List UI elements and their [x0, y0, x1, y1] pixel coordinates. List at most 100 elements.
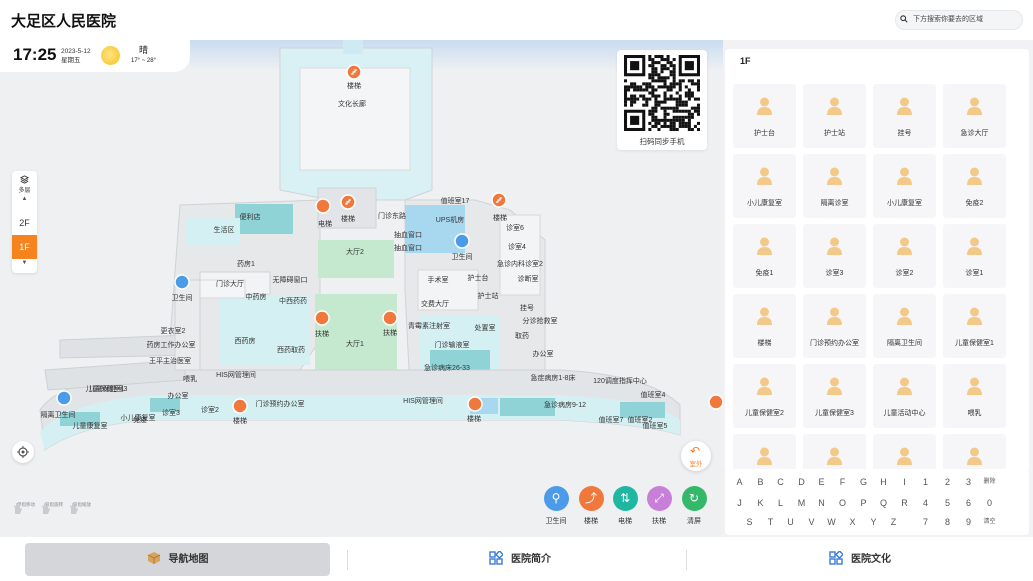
keyboard-key[interactable]: 删除: [980, 474, 999, 491]
room-card[interactable]: [943, 434, 1006, 472]
keyboard-key[interactable]: P: [854, 495, 873, 512]
qr-code-icon: [624, 55, 700, 131]
room-card[interactable]: [873, 434, 936, 472]
keyboard-key[interactable]: G: [854, 474, 873, 491]
room-card[interactable]: 儿童保健室2: [733, 364, 796, 428]
keyboard-key[interactable]: T: [761, 514, 780, 531]
clear-screen-button[interactable]: ↻ 清屏: [677, 486, 711, 526]
keyboard-key[interactable]: 2: [938, 474, 957, 491]
keyboard-key[interactable]: K: [751, 495, 770, 512]
hand-icon: [42, 503, 50, 514]
keyboard-key[interactable]: 1: [916, 474, 935, 491]
keyboard-key[interactable]: V: [802, 514, 821, 531]
room-card[interactable]: 急诊大厅: [943, 84, 1006, 148]
stairs-marker[interactable]: [491, 192, 507, 208]
tab-navigation-map[interactable]: 导航地图: [25, 543, 330, 576]
search-input[interactable]: 下方搜索你要去的区域: [895, 10, 1023, 30]
legend-stairs-button[interactable]: ⤴ 楼梯: [574, 486, 608, 526]
indoor-map[interactable]: 楼梯 文化长廊 电梯 楼梯 值班室17 门诊东路 UPS机房 楼梯 抽血窗口 抽血窗口 诊室6 卫生间…: [0, 40, 723, 537]
legend-label: 卫生间: [545, 518, 567, 525]
keyboard-key[interactable]: 7: [916, 514, 935, 531]
tab-hospital-culture[interactable]: 医院文化: [710, 543, 1010, 576]
keyboard-key[interactable]: 9: [959, 514, 978, 531]
keyboard-key[interactable]: W: [822, 514, 841, 531]
keyboard-key[interactable]: X: [843, 514, 862, 531]
floor-plan[interactable]: 楼梯文化长廊电梯楼梯值班室17门诊东路UPS机房 楼梯抽血窗口抽血窗口诊室6卫生间…: [0, 40, 723, 537]
search-icon: [900, 15, 908, 23]
floor-button-1f[interactable]: 1F: [12, 235, 37, 259]
keyboard-key[interactable]: F: [833, 474, 852, 491]
room-card[interactable]: 儿童保健室3: [803, 364, 866, 428]
room-card[interactable]: 隔离卫生间: [873, 294, 936, 358]
keyboard-key[interactable]: 3: [959, 474, 978, 491]
keyboard-key[interactable]: 5: [938, 495, 957, 512]
keyboard-key[interactable]: 6: [959, 495, 978, 512]
keyboard-key[interactable]: U: [781, 514, 800, 531]
outdoor-button[interactable]: ↶ 室外: [681, 441, 711, 471]
map-label: 挂号: [520, 303, 534, 312]
legend-elevator-button[interactable]: ⇅ 电梯: [608, 486, 642, 526]
room-card[interactable]: 护士台: [733, 84, 796, 148]
keyboard-key[interactable]: C: [771, 474, 790, 491]
stairs-marker[interactable]: [232, 398, 248, 414]
keyboard-key[interactable]: N: [812, 495, 831, 512]
keyboard-key[interactable]: 4: [916, 495, 935, 512]
keyboard-key[interactable]: 0: [980, 495, 999, 512]
keyboard-key[interactable]: Q: [874, 495, 893, 512]
keyboard-key[interactable]: H: [874, 474, 893, 491]
legend-restroom-button[interactable]: ⚲ 卫生间: [539, 486, 573, 526]
room-name: 急诊大厅: [960, 130, 989, 137]
escalator-marker[interactable]: [314, 310, 330, 326]
keyboard-key[interactable]: E: [812, 474, 831, 491]
keyboard-key[interactable]: D: [792, 474, 811, 491]
stairs-marker[interactable]: [708, 394, 723, 410]
floor-button-2f[interactable]: 2F: [12, 211, 37, 235]
keyboard-key[interactable]: B: [751, 474, 770, 491]
room-card[interactable]: 儿童保健室1: [943, 294, 1006, 358]
room-card[interactable]: 免疫1: [733, 224, 796, 288]
room-card[interactable]: 小儿康复室: [733, 154, 796, 218]
stairs-marker[interactable]: [467, 396, 483, 412]
stairs-marker[interactable]: [346, 64, 362, 80]
locate-button[interactable]: [12, 441, 34, 463]
room-card[interactable]: 楼梯: [733, 294, 796, 358]
keyboard-key[interactable]: M: [792, 495, 811, 512]
restroom-marker[interactable]: [56, 390, 72, 406]
room-card[interactable]: [733, 434, 796, 472]
legend-escalator-button[interactable]: ⤢ 扶梯: [642, 486, 676, 526]
keyboard-key[interactable]: 清空: [980, 514, 999, 531]
stairs-marker[interactable]: [340, 194, 356, 210]
room-card[interactable]: 挂号: [873, 84, 936, 148]
elevator-marker[interactable]: [315, 198, 331, 214]
keyboard-key[interactable]: J: [730, 495, 749, 512]
keyboard-key[interactable]: Z: [884, 514, 903, 531]
escalator-marker[interactable]: [382, 310, 398, 326]
tab-hospital-intro[interactable]: 医院简介: [370, 543, 670, 576]
room-card[interactable]: 诊室3: [803, 224, 866, 288]
room-card[interactable]: 诊室1: [943, 224, 1006, 288]
keyboard-key[interactable]: Y: [864, 514, 883, 531]
room-card[interactable]: 儿童活动中心: [873, 364, 936, 428]
room-card[interactable]: 隔离诊室: [803, 154, 866, 218]
chevron-up-icon[interactable]: ▲: [12, 196, 37, 202]
room-card[interactable]: 护士站: [803, 84, 866, 148]
keyboard-key[interactable]: S: [740, 514, 759, 531]
room-card[interactable]: 免疫2: [943, 154, 1006, 218]
room-card[interactable]: 喂乳: [943, 364, 1006, 428]
room-card[interactable]: 诊室2: [873, 224, 936, 288]
chevron-down-icon[interactable]: ▼: [12, 260, 37, 266]
keyboard-key[interactable]: R: [895, 495, 914, 512]
floor-mode-label[interactable]: 多层: [12, 185, 37, 194]
room-card[interactable]: [803, 434, 866, 472]
keyboard-key[interactable]: A: [730, 474, 749, 491]
keyboard-key[interactable]: I: [895, 474, 914, 491]
keyboard-key[interactable]: L: [771, 495, 790, 512]
keyboard-key[interactable]: 8: [938, 514, 957, 531]
floor-switcher: 多层 ▲ 2F 1F ▼: [12, 171, 37, 273]
room-card[interactable]: 门诊预约办公室: [803, 294, 866, 358]
restroom-marker[interactable]: [174, 274, 190, 290]
person-icon: [967, 167, 982, 185]
room-card[interactable]: 小儿康复室: [873, 154, 936, 218]
keyboard-key[interactable]: O: [833, 495, 852, 512]
restroom-marker[interactable]: [454, 233, 470, 249]
